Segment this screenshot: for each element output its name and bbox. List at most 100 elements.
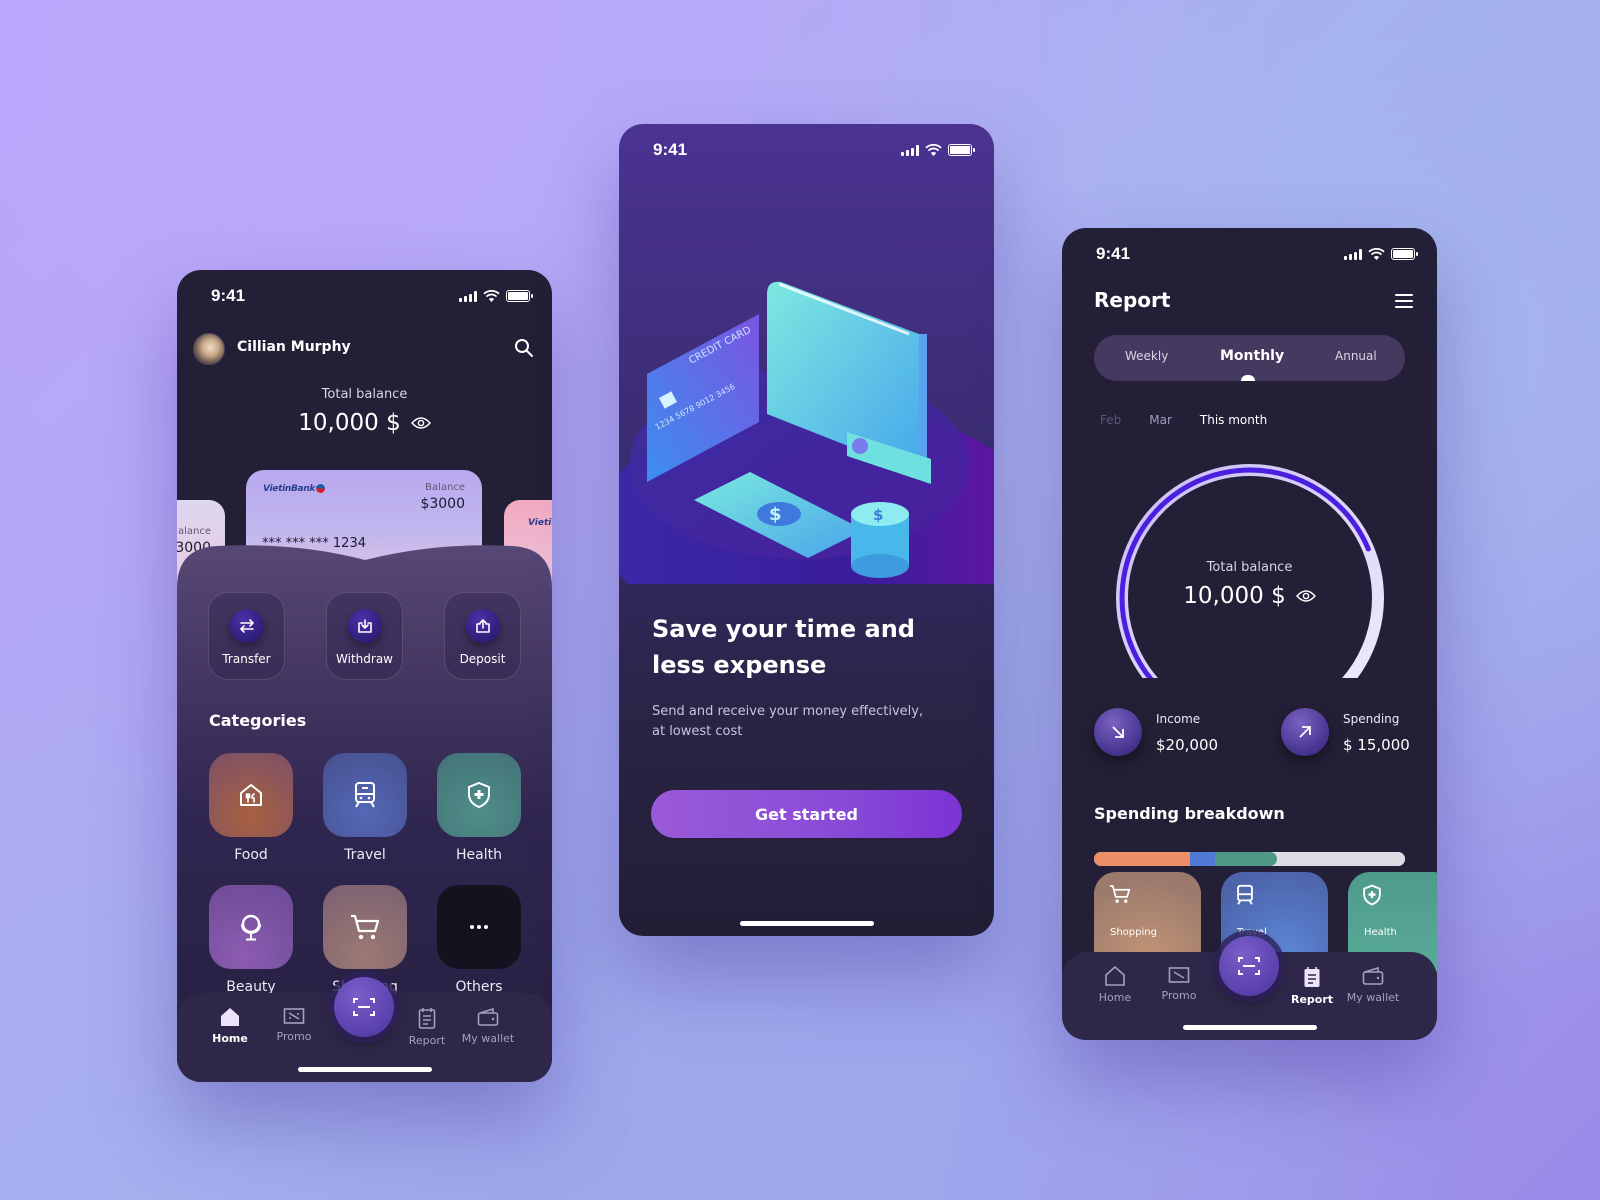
category-health[interactable]: Health [437, 753, 521, 863]
tile-label: Shopping [1110, 927, 1157, 938]
bank-name: VietinBank [263, 484, 316, 494]
spending-value: $ 15,000 [1343, 736, 1410, 754]
promo-ticket-icon [283, 1008, 305, 1024]
nav-label: Promo [1161, 989, 1197, 1002]
month-this-month[interactable]: This month [1200, 413, 1267, 427]
home-icon [1105, 966, 1125, 986]
bank-logo-icon [316, 484, 326, 493]
quick-actions: Transfer Withdraw Deposit [208, 592, 521, 680]
status-time: 9:41 [653, 140, 688, 159]
nav-report[interactable]: Report [395, 1007, 459, 1047]
scan-button[interactable] [1219, 936, 1279, 996]
arrow-down-right-icon [1112, 726, 1124, 738]
restaurant-icon [240, 784, 262, 806]
nav-home[interactable]: Home [198, 1007, 262, 1045]
income-stat: Income $20,000 [1094, 708, 1218, 756]
svg-text:$: $ [873, 506, 883, 524]
battery-icon [506, 290, 533, 302]
status-bar: 9:41 [177, 270, 552, 320]
gauge-value: 10,000 $ [1183, 583, 1286, 609]
health-shield-icon [1363, 884, 1381, 906]
spending-breakdown-bar [1094, 852, 1405, 866]
cart-icon [351, 914, 380, 940]
gauge-balance: 10,000 $ [1062, 583, 1437, 609]
train-icon [1237, 884, 1253, 905]
total-balance: 10,000 $ [177, 410, 552, 436]
selected-indicator [1241, 375, 1255, 381]
wifi-icon [483, 290, 500, 302]
income-value: $20,000 [1156, 736, 1219, 754]
battery-icon [948, 144, 975, 156]
category-label: Travel [344, 847, 386, 863]
category-others[interactable]: Others [437, 885, 521, 995]
nav-label: Home [212, 1032, 248, 1045]
onboarding-subtitle: Send and receive your money effectively,… [652, 702, 942, 742]
wallet-illustration: CREDIT CARD 1234 5678 9012 3456 $ $ [619, 281, 994, 584]
transfer-button[interactable]: Transfer [208, 592, 285, 680]
signal-icon [901, 144, 919, 156]
nav-my-wallet[interactable]: My wallet [1341, 966, 1405, 1004]
category-beauty[interactable]: Beauty [209, 885, 293, 995]
wifi-icon [925, 144, 942, 156]
card-balance-label: alance [177, 526, 211, 537]
deposit-button[interactable]: Deposit [444, 592, 521, 680]
category-label: Food [234, 847, 268, 863]
scan-icon [353, 998, 375, 1016]
breakdown-segment-travel [1190, 852, 1216, 866]
nav-my-wallet[interactable]: My wallet [456, 1007, 520, 1045]
search-icon[interactable] [514, 338, 534, 358]
category-label: Health [456, 847, 502, 863]
title-line: Save your time and [652, 615, 915, 643]
income-label: Income [1156, 712, 1201, 726]
bank-logo: VietinB [528, 518, 552, 528]
period-selector: Weekly Monthly Annual [1094, 335, 1405, 381]
user-name: Cillian Murphy [237, 339, 351, 355]
nav-report[interactable]: Report [1280, 966, 1344, 1006]
status-time: 9:41 [211, 286, 246, 305]
tab-annual[interactable]: Annual [1335, 349, 1377, 363]
train-icon [355, 782, 375, 808]
spending-stat: Spending $ 15,000 [1281, 708, 1410, 756]
withdraw-button[interactable]: Withdraw [326, 592, 403, 680]
menu-icon[interactable] [1395, 294, 1413, 308]
eye-icon[interactable] [410, 416, 431, 430]
wifi-icon [1368, 248, 1385, 260]
health-shield-icon [468, 781, 490, 809]
breakdown-segment-health [1215, 852, 1278, 866]
month-feb[interactable]: Feb [1100, 413, 1121, 427]
scan-button[interactable] [334, 977, 394, 1037]
avatar[interactable] [193, 333, 225, 365]
onboarding-screen: 9:41 CREDIT CARD 1234 5678 9012 3456 $ $… [619, 124, 994, 936]
tab-monthly[interactable]: Monthly [1220, 348, 1284, 364]
get-started-button[interactable]: Get started [651, 790, 962, 838]
nav-promo[interactable]: Promo [1147, 966, 1211, 1002]
deposit-label: Deposit [459, 652, 506, 666]
svg-text:$: $ [769, 504, 782, 525]
home-indicator [1182, 1025, 1317, 1030]
nav-label: Report [408, 1034, 446, 1047]
breakdown-segment-remaining [1277, 852, 1405, 866]
nav-promo[interactable]: Promo [262, 1007, 326, 1043]
transfer-label: Transfer [222, 652, 271, 666]
nav-home[interactable]: Home [1083, 966, 1147, 1004]
coin-stack: $ [851, 502, 909, 578]
tab-weekly[interactable]: Weekly [1125, 349, 1168, 363]
month-selector: Feb Mar This month [1100, 413, 1295, 427]
more-icon [470, 925, 488, 929]
home-screen: 9:41 Cillian Murphy Total balance 10,000… [177, 270, 552, 1082]
home-indicator [739, 921, 874, 926]
category-food[interactable]: Food [209, 753, 293, 863]
title-line: less expense [652, 651, 827, 679]
category-travel[interactable]: Travel [323, 753, 407, 863]
arrow-up-right-icon [1299, 726, 1311, 738]
report-icon [418, 1008, 436, 1029]
card-balance-label: Balance [425, 482, 465, 493]
eye-icon[interactable] [1295, 589, 1316, 603]
report-screen: 9:41 Report Weekly Monthly Annual Feb Ma… [1062, 228, 1437, 1040]
month-mar[interactable]: Mar [1149, 413, 1172, 427]
onboarding-title: Save your time and less expense [652, 611, 952, 683]
nav-label: Promo [276, 1030, 312, 1043]
home-icon [221, 1008, 239, 1026]
page-title: Report [1094, 288, 1171, 312]
gauge-label: Total balance [1206, 560, 1293, 575]
